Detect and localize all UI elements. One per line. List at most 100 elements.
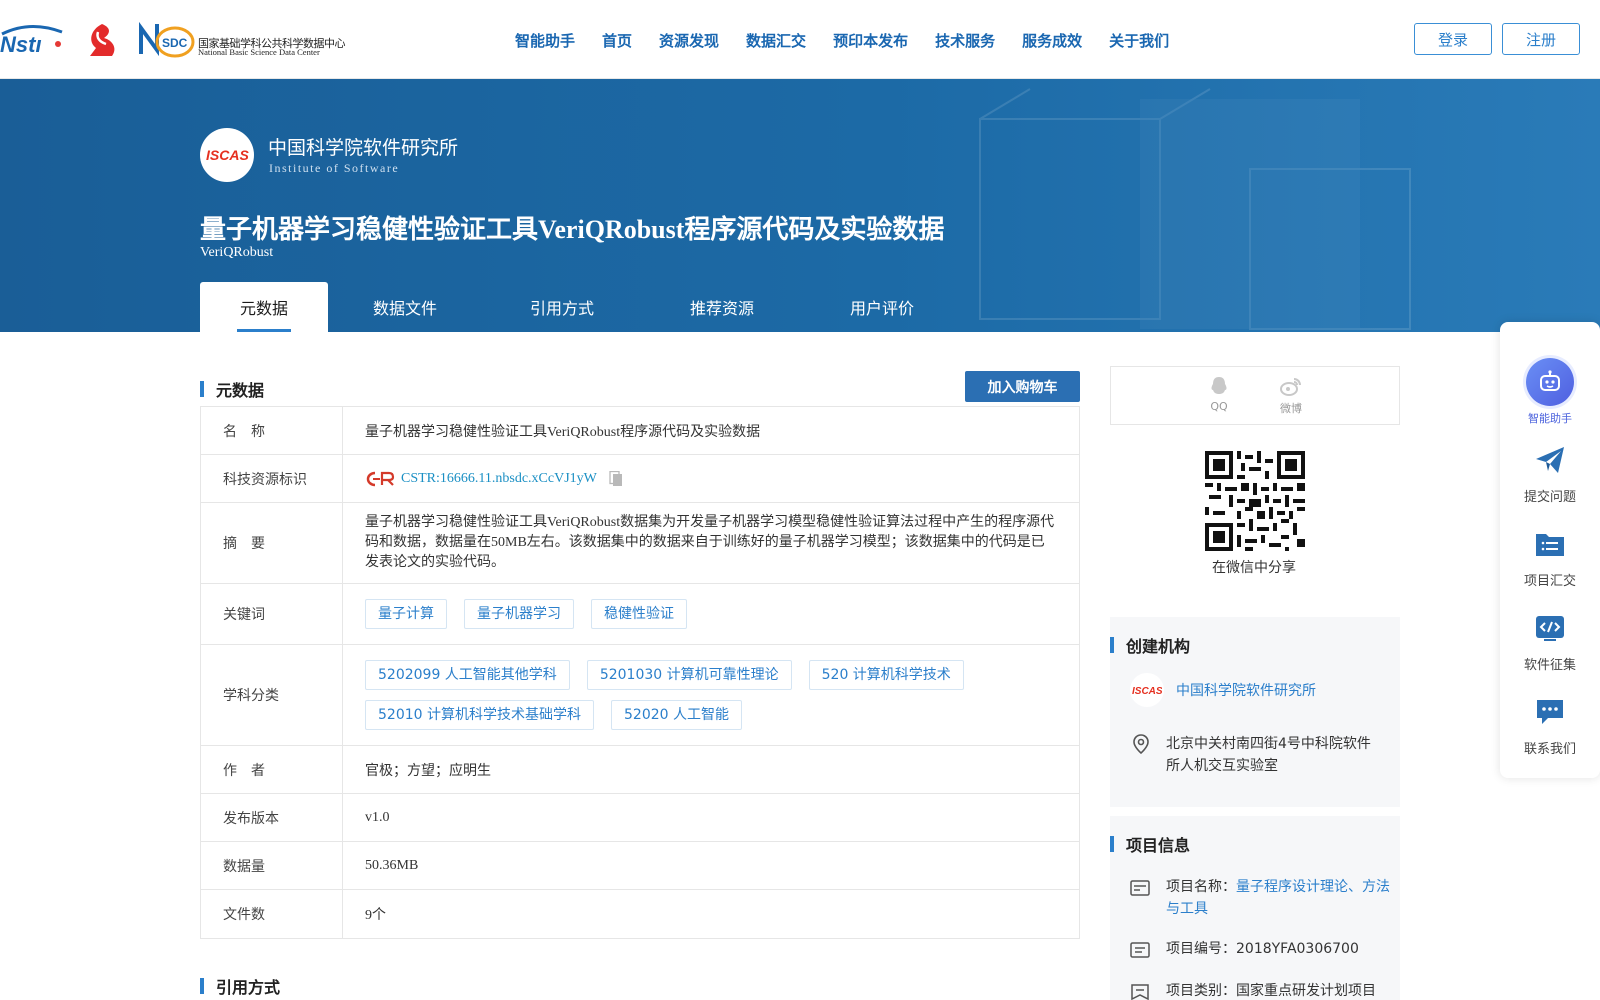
abstract-value: 量子机器学习稳健性验证工具VeriQRobust数据集为开发量子机器学习模型稳健… [365, 515, 1055, 570]
paper-plane-icon [1536, 447, 1564, 473]
red-s-logo[interactable] [82, 22, 120, 58]
robot-icon [1526, 358, 1574, 406]
nav-results[interactable]: 服务成效 [1022, 30, 1082, 51]
nav-preprint[interactable]: 预印本发布 [833, 30, 908, 51]
floating-toolbar: 智能助手 提交问题 项目汇交 软件征集 联系我们 [1500, 322, 1600, 778]
nav-data-submit[interactable]: 数据汇交 [746, 30, 806, 51]
citation-section-title: 引用方式 [216, 978, 281, 997]
creator-name-link[interactable]: 中国科学院软件研究所 [1176, 680, 1316, 700]
subject-tag[interactable]: 5202099 人工智能其他学科 [365, 660, 570, 690]
org-logo[interactable]: ISCAS [200, 128, 254, 182]
svg-text:ISCAS: ISCAS [206, 147, 249, 163]
authors-value: 官极；方望；应明生 [365, 763, 491, 779]
subject-tag[interactable]: 5201030 计算机可靠性理论 [586, 660, 792, 690]
wechat-share-text: 在微信中分享 [1212, 560, 1296, 576]
add-to-cart-button[interactable]: 加入购物车 [965, 371, 1080, 402]
chat-icon [1537, 700, 1563, 724]
qq-icon [1211, 377, 1227, 394]
keyword-tag[interactable]: 量子计算 [365, 599, 447, 629]
weibo-label: 微博 [1280, 402, 1302, 415]
float-software-label: 软件征集 [1523, 658, 1576, 673]
dataset-name-value: 量子机器学习稳健性验证工具VeriQRobust程序源代码及实验数据 [365, 424, 761, 440]
svg-text:Nstı: Nstı [0, 32, 42, 57]
svg-text:SDC: SDC [162, 36, 188, 50]
keyword-tag[interactable]: 稳健性验证 [591, 599, 687, 629]
code-icon [1536, 616, 1564, 641]
float-submit-question[interactable]: 提交问题 [1500, 444, 1600, 505]
top-navbar: Nstı SDC 国家基础学科公共科学数据中心 National Basic S… [0, 0, 1600, 79]
table-row: 文件数 9个 [201, 890, 1079, 938]
subject-tag[interactable]: 52020 人工智能 [611, 700, 742, 730]
table-row: 摘 要 量子机器学习稳健性验证工具VeriQRobust数据集为开发量子机器学习… [201, 503, 1079, 584]
subject-tag[interactable]: 520 计算机科学技术 [808, 660, 964, 690]
data-size-value: 50.36MB [365, 857, 419, 873]
float-software-collect[interactable]: 软件征集 [1500, 612, 1600, 673]
creator-panel: 创建机构 ISCAS 中国科学院软件研究所 北京中关村南四街4号中科院软件所人机… [1110, 617, 1400, 807]
org-name[interactable]: 中国科学院软件研究所 [268, 133, 458, 160]
table-row: 科技资源标识 CSTR:16666.11.nbsdc.xCcVJ1yW [201, 455, 1079, 503]
nav-ai-assistant[interactable]: 智能助手 [515, 30, 575, 51]
subject-tag[interactable]: 52010 计算机科学技术基础学科 [365, 700, 594, 730]
weibo-icon [1280, 378, 1301, 396]
row-label: 关键词 [201, 584, 343, 644]
project-code-item: 项目编号：2018YFA0306700 [1130, 938, 1390, 960]
qq-label: QQ [1210, 400, 1228, 413]
creator-logo: ISCAS [1130, 673, 1164, 707]
file-count-value: 9个 [365, 908, 386, 923]
keyword-tag[interactable]: 量子机器学习 [464, 599, 574, 629]
creator-address: 北京中关村南四街4号中科院软件所人机交互实验室 [1166, 736, 1371, 774]
nav-discover[interactable]: 资源发现 [659, 30, 719, 51]
nsdc-name-en: National Basic Science Data Center [198, 47, 320, 57]
banner-decoration [979, 88, 1411, 330]
row-label: 科技资源标识 [201, 455, 343, 502]
share-qq[interactable]: QQ [1199, 375, 1239, 413]
project-name-item: 项目名称：量子程序设计理论、方法与工具 [1130, 876, 1390, 920]
bookmark-icon [1131, 984, 1149, 1000]
project-code-label: 项目编号： [1166, 941, 1236, 957]
register-button[interactable]: 注册 [1502, 23, 1580, 55]
folder-list-icon [1536, 534, 1564, 556]
cstr-value: CSTR:16666.11.nbsdc.xCcVJ1yW [401, 470, 597, 486]
section-marker [200, 381, 204, 397]
nsdc-logo[interactable]: SDC 国家基础学科公共科学数据中心 National Basic Scienc… [135, 20, 350, 60]
cstr-link[interactable]: CSTR:16666.11.nbsdc.xCcVJ1yW [365, 470, 597, 488]
float-project-label: 项目汇交 [1523, 574, 1576, 589]
citation-section-header: 引用方式 [200, 974, 280, 998]
tab-metadata[interactable]: 元数据 [200, 282, 328, 332]
float-contact-us[interactable]: 联系我们 [1500, 696, 1600, 757]
project-panel-title: 项目信息 [1126, 836, 1191, 855]
main-nav: 智能助手 首页 资源发现 数据汇交 预印本发布 技术服务 服务成效 关于我们 [515, 30, 1196, 51]
tab-citation[interactable]: 引用方式 [482, 282, 642, 332]
row-label: 发布版本 [201, 794, 343, 841]
project-type-label: 项目类别： [1166, 983, 1236, 999]
project-name-label: 项目名称： [1166, 879, 1236, 895]
table-row: 数据量 50.36MB [201, 842, 1079, 890]
login-button[interactable]: 登录 [1414, 23, 1492, 55]
wechat-qr-code [1205, 451, 1305, 551]
project-type-item: 项目类别：国家重点研发计划项目 [1130, 980, 1390, 1000]
copy-icon[interactable] [609, 470, 623, 487]
tab-recommended[interactable]: 推荐资源 [642, 282, 802, 332]
float-submit-label: 提交问题 [1523, 490, 1576, 505]
metadata-table: 名 称 量子机器学习稳健性验证工具VeriQRobust程序源代码及实验数据 科… [200, 406, 1080, 939]
nav-about[interactable]: 关于我们 [1109, 30, 1169, 51]
share-weibo[interactable]: 微博 [1271, 375, 1311, 416]
project-code-value: 2018YFA0306700 [1236, 941, 1359, 957]
project-type-value: 国家重点研发计划项目 [1236, 983, 1376, 999]
document-icon [1130, 942, 1150, 958]
creator-panel-header: 创建机构 [1110, 633, 1190, 657]
row-label: 作 者 [201, 746, 343, 793]
nav-tech-service[interactable]: 技术服务 [935, 30, 995, 51]
metadata-section-title: 元数据 [216, 381, 265, 400]
section-marker [200, 978, 204, 994]
section-marker [1110, 836, 1114, 852]
tab-data-files[interactable]: 数据文件 [328, 282, 482, 332]
nstl-logo[interactable]: Nstı [0, 22, 66, 58]
nav-home[interactable]: 首页 [602, 30, 632, 51]
float-ai-assistant[interactable]: 智能助手 [1500, 358, 1600, 426]
row-label: 数据量 [201, 842, 343, 889]
float-project-submit[interactable]: 项目汇交 [1500, 528, 1600, 589]
row-label: 摘 要 [201, 503, 343, 583]
tab-reviews[interactable]: 用户评价 [802, 282, 962, 332]
float-contact-label: 联系我们 [1523, 742, 1576, 757]
